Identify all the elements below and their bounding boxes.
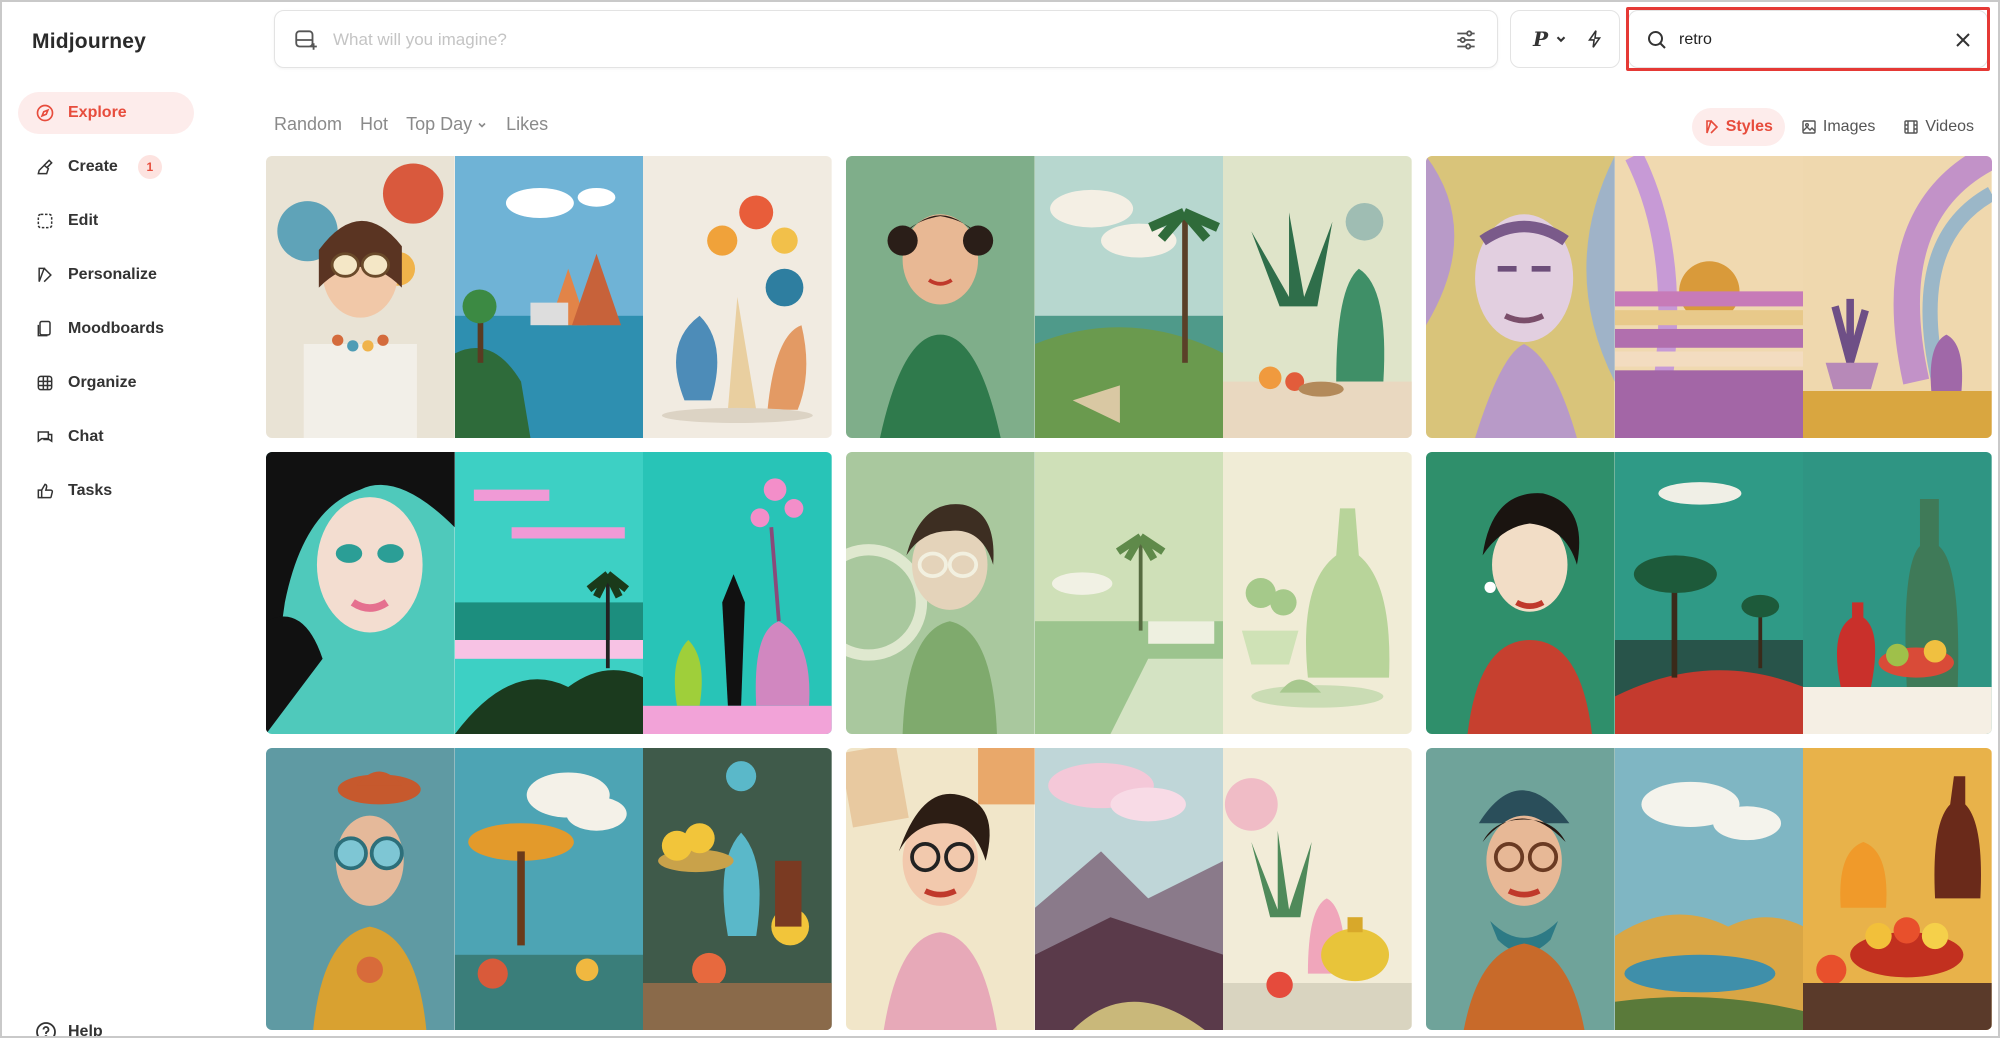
chat-icon: [34, 426, 56, 448]
style-card[interactable]: [846, 156, 1412, 438]
help-icon: [36, 1022, 56, 1036]
prompt-input[interactable]: [333, 25, 1333, 55]
tab-styles[interactable]: Styles: [1691, 108, 1785, 146]
tab-videos[interactable]: Videos: [1891, 108, 1986, 146]
sidebar-item-edit[interactable]: Edit: [18, 200, 194, 242]
brand-title[interactable]: Midjourney: [32, 30, 146, 54]
sidebar-item-organize[interactable]: Organize: [18, 362, 194, 404]
gallery-tile: [1426, 452, 1615, 734]
view-tabs: Styles Images Videos: [1688, 108, 1986, 146]
add-image-icon[interactable]: [293, 27, 319, 53]
filter-top-day-label: Top Day: [406, 114, 473, 134]
style-card[interactable]: [846, 452, 1412, 734]
gallery-tile: [1803, 156, 1992, 438]
sidebar-item-chat[interactable]: Chat: [18, 416, 194, 458]
search-bar: [1628, 10, 1988, 68]
sidebar-nav: Explore Create 1 Edit Personalize Moodbo…: [18, 92, 194, 524]
gallery-tile: [1614, 156, 1804, 438]
personalize-icon: [34, 264, 56, 286]
chevron-down-icon: [478, 122, 486, 128]
gallery-tile: [1614, 748, 1804, 1030]
gallery-tile: [1426, 748, 1615, 1030]
app-window: Midjourney Explore Create 1 Edit Persona…: [0, 0, 2000, 1038]
grid-icon: [34, 372, 56, 394]
sidebar-item-label: Chat: [68, 428, 104, 445]
sidebar-item-create[interactable]: Create 1: [18, 146, 194, 188]
sidebar-item-label: Tasks: [68, 482, 113, 499]
video-icon: [1904, 120, 1919, 134]
gallery-tile: [1034, 156, 1224, 438]
notification-badge: 1: [137, 155, 162, 179]
filter-random[interactable]: Random: [274, 114, 342, 135]
clear-search-icon[interactable]: [1953, 30, 1973, 50]
edit-frame-icon: [34, 210, 56, 232]
gallery-tile: [643, 748, 832, 1030]
gallery-tile: [1223, 748, 1412, 1030]
style-card[interactable]: [266, 156, 832, 438]
sort-filters: Random Hot Top Day Likes: [274, 114, 566, 135]
gallery-tile: [266, 156, 455, 438]
gallery-tile: [1614, 452, 1804, 734]
thumbs-up-icon: [34, 480, 56, 502]
help-label: Help: [68, 1023, 103, 1038]
tab-videos-label: Videos: [1925, 118, 1974, 135]
sidebar-item-moodboards[interactable]: Moodboards: [18, 308, 194, 350]
sidebar-item-label: Create: [68, 158, 118, 175]
gallery-tile: [1803, 748, 1992, 1030]
gallery-tile: [1223, 452, 1412, 734]
settings-sliders-icon[interactable]: [1453, 27, 1479, 53]
gallery-tile: [846, 452, 1035, 734]
gallery-tile: [454, 156, 644, 438]
image-icon: [1802, 120, 1816, 134]
style-card[interactable]: [1426, 156, 1992, 438]
filter-top-day[interactable]: Top Day: [406, 114, 488, 135]
gallery-tile: [1034, 748, 1224, 1030]
gallery-tile: [643, 156, 832, 438]
lightning-icon[interactable]: [1584, 28, 1606, 50]
chevron-down-icon: [1556, 36, 1566, 43]
sidebar-item-label: Moodboards: [68, 320, 164, 337]
sidebar-item-personalize[interactable]: Personalize: [18, 254, 194, 296]
tab-styles-label: Styles: [1725, 118, 1773, 135]
filter-likes[interactable]: Likes: [506, 114, 548, 135]
mode-selector[interactable]: P: [1510, 10, 1620, 68]
gallery-tile: [643, 452, 832, 734]
tab-images[interactable]: Images: [1789, 108, 1887, 146]
gallery-tile: [266, 452, 455, 734]
compass-icon: [34, 102, 56, 124]
gallery-tile: [266, 748, 455, 1030]
sidebar-item-label: Personalize: [68, 266, 157, 283]
sidebar-item-explore[interactable]: Explore: [18, 92, 194, 134]
search-icon: [1648, 31, 1666, 49]
gallery-tile: [1803, 452, 1992, 734]
prompt-bar: [274, 10, 1498, 68]
brush-icon: [34, 156, 56, 178]
sidebar-item-label: Explore: [68, 104, 127, 121]
style-card[interactable]: [266, 452, 832, 734]
personalization-label: P: [1533, 27, 1549, 51]
sidebar: Midjourney Explore Create 1 Edit Persona…: [2, 2, 252, 1038]
gallery-tile: [1223, 156, 1412, 438]
style-card[interactable]: [1426, 452, 1992, 734]
sidebar-item-label: Edit: [68, 212, 99, 229]
filter-hot[interactable]: Hot: [360, 114, 388, 135]
style-card[interactable]: [1426, 748, 1992, 1030]
style-card[interactable]: [846, 748, 1412, 1030]
sidebar-item-label: Organize: [68, 374, 137, 391]
search-input[interactable]: [1679, 26, 1929, 54]
help-link[interactable]: Help: [34, 1020, 103, 1038]
gallery-tile: [1034, 452, 1224, 734]
sidebar-item-tasks[interactable]: Tasks: [18, 470, 194, 512]
gallery-tile: [846, 748, 1035, 1030]
gallery-tile: [846, 156, 1035, 438]
gallery-tile: [454, 748, 644, 1030]
moodboard-icon: [34, 318, 56, 340]
style-card[interactable]: [266, 748, 832, 1030]
styles-icon: [1705, 120, 1718, 134]
tab-images-label: Images: [1822, 118, 1876, 135]
gallery-tile: [454, 452, 644, 734]
gallery-tile: [1426, 156, 1615, 438]
